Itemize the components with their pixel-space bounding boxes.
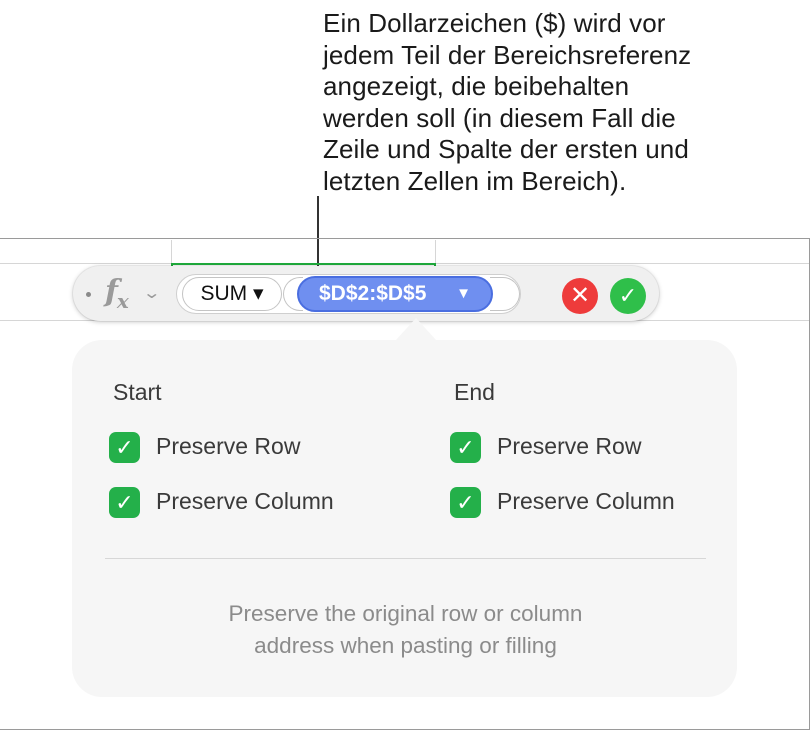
start-heading: Start [113,379,162,405]
range-reference-token[interactable]: $D$2:$D$5 ▼ [297,276,493,312]
end-heading: End [454,379,495,405]
checkbox-checked-icon[interactable]: ✓ [109,432,140,463]
accept-formula-button[interactable]: ✓ [610,278,646,314]
checkbox-checked-icon[interactable]: ✓ [109,487,140,518]
option-label: Preserve Row [156,433,301,459]
function-icon[interactable]: fx [105,274,129,313]
option-label: Preserve Row [497,433,642,459]
cancel-formula-button[interactable]: ✕ [562,278,598,314]
callout-text: Ein Dollarzeichen ($) wird vor jedem Tei… [323,8,692,196]
checkbox-checked-icon[interactable]: ✓ [450,487,481,518]
popover-arrow [396,318,436,340]
checkbox-checked-icon[interactable]: ✓ [450,432,481,463]
option-label: Preserve Column [497,488,675,514]
chevron-down-icon[interactable]: ⌄ [142,283,161,303]
option-label: Preserve Column [156,488,334,514]
triangle-down-icon: ▼ [456,285,471,302]
function-token-sum[interactable]: SUM ▾ [182,277,282,311]
range-reference-text: $D$2:$D$5 [319,282,427,305]
divider [105,558,706,559]
popover-help-text: Preserve the original row or column addr… [228,601,583,658]
drag-handle-icon[interactable] [86,292,91,297]
